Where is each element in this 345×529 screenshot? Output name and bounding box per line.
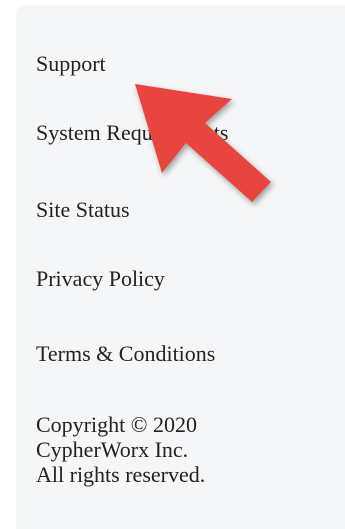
site-status-link[interactable]: Site Status (36, 199, 130, 221)
privacy-policy-link[interactable]: Privacy Policy (36, 268, 165, 290)
copyright-line-3: All rights reserved. (36, 462, 206, 487)
terms-conditions-link[interactable]: Terms & Conditions (36, 343, 215, 365)
copyright-line-1: Copyright © 2020 (36, 412, 197, 437)
copyright-text: Copyright © 2020 CypherWorx Inc. All rig… (36, 412, 205, 487)
page: Support System Requirements Site Status … (0, 0, 345, 529)
support-link[interactable]: Support (36, 53, 106, 75)
system-requirements-link[interactable]: System Requirements (36, 122, 228, 144)
copyright-line-2: CypherWorx Inc. (36, 437, 189, 462)
